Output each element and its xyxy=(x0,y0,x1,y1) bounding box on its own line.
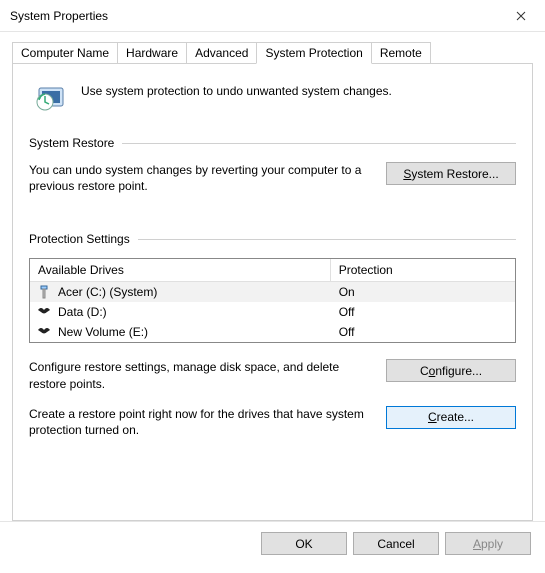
system-restore-group: System Restore You can undo system chang… xyxy=(29,136,516,194)
tabstrip: Computer Name Hardware Advanced System P… xyxy=(12,42,533,63)
configure-button[interactable]: Configure... xyxy=(386,359,516,382)
tab-computer-name[interactable]: Computer Name xyxy=(12,42,118,63)
tab-remote[interactable]: Remote xyxy=(371,42,431,63)
cancel-button[interactable]: Cancel xyxy=(353,532,439,555)
header-available-drives: Available Drives xyxy=(30,259,331,281)
divider xyxy=(138,239,516,240)
table-header: Available Drives Protection xyxy=(30,259,515,282)
drives-table: Available Drives Protection Acer (C:) (S… xyxy=(29,258,516,343)
table-row[interactable]: New Volume (E:) Off xyxy=(30,322,515,342)
close-icon xyxy=(516,11,526,21)
protection-status: On xyxy=(331,283,515,301)
protection-status: Off xyxy=(331,303,515,321)
drive-name: New Volume (E:) xyxy=(58,325,148,339)
tab-system-protection[interactable]: System Protection xyxy=(256,42,371,64)
divider xyxy=(122,143,516,144)
table-row[interactable]: Acer (C:) (System) On xyxy=(30,282,515,302)
system-restore-label: System Restore xyxy=(29,136,114,150)
drive-name: Acer (C:) (System) xyxy=(58,285,157,299)
header-protection: Protection xyxy=(331,259,515,281)
close-button[interactable] xyxy=(501,2,541,30)
intro: Use system protection to undo unwanted s… xyxy=(33,80,516,116)
tab-panel: Use system protection to undo unwanted s… xyxy=(12,63,533,521)
drive-icon xyxy=(36,324,52,340)
drive-icon xyxy=(36,284,52,300)
intro-text: Use system protection to undo unwanted s… xyxy=(81,80,392,98)
tab-advanced[interactable]: Advanced xyxy=(186,42,257,63)
apply-button[interactable]: Apply xyxy=(445,532,531,555)
protection-settings-label: Protection Settings xyxy=(29,232,130,246)
dialog-footer: OK Cancel Apply xyxy=(0,521,545,565)
system-protection-icon xyxy=(33,80,69,116)
drive-icon xyxy=(36,304,52,320)
window-title: System Properties xyxy=(10,9,501,23)
configure-desc: Configure restore settings, manage disk … xyxy=(29,359,370,391)
protection-settings-group: Protection Settings Available Drives Pro… xyxy=(29,232,516,438)
system-restore-desc: You can undo system changes by reverting… xyxy=(29,162,370,194)
table-row[interactable]: Data (D:) Off xyxy=(30,302,515,322)
system-restore-button[interactable]: System Restore... xyxy=(386,162,516,185)
titlebar: System Properties xyxy=(0,0,545,32)
create-desc: Create a restore point right now for the… xyxy=(29,406,370,438)
ok-button[interactable]: OK xyxy=(261,532,347,555)
tab-hardware[interactable]: Hardware xyxy=(117,42,187,63)
create-button[interactable]: Create... xyxy=(386,406,516,429)
drive-name: Data (D:) xyxy=(58,305,107,319)
protection-status: Off xyxy=(331,323,515,341)
